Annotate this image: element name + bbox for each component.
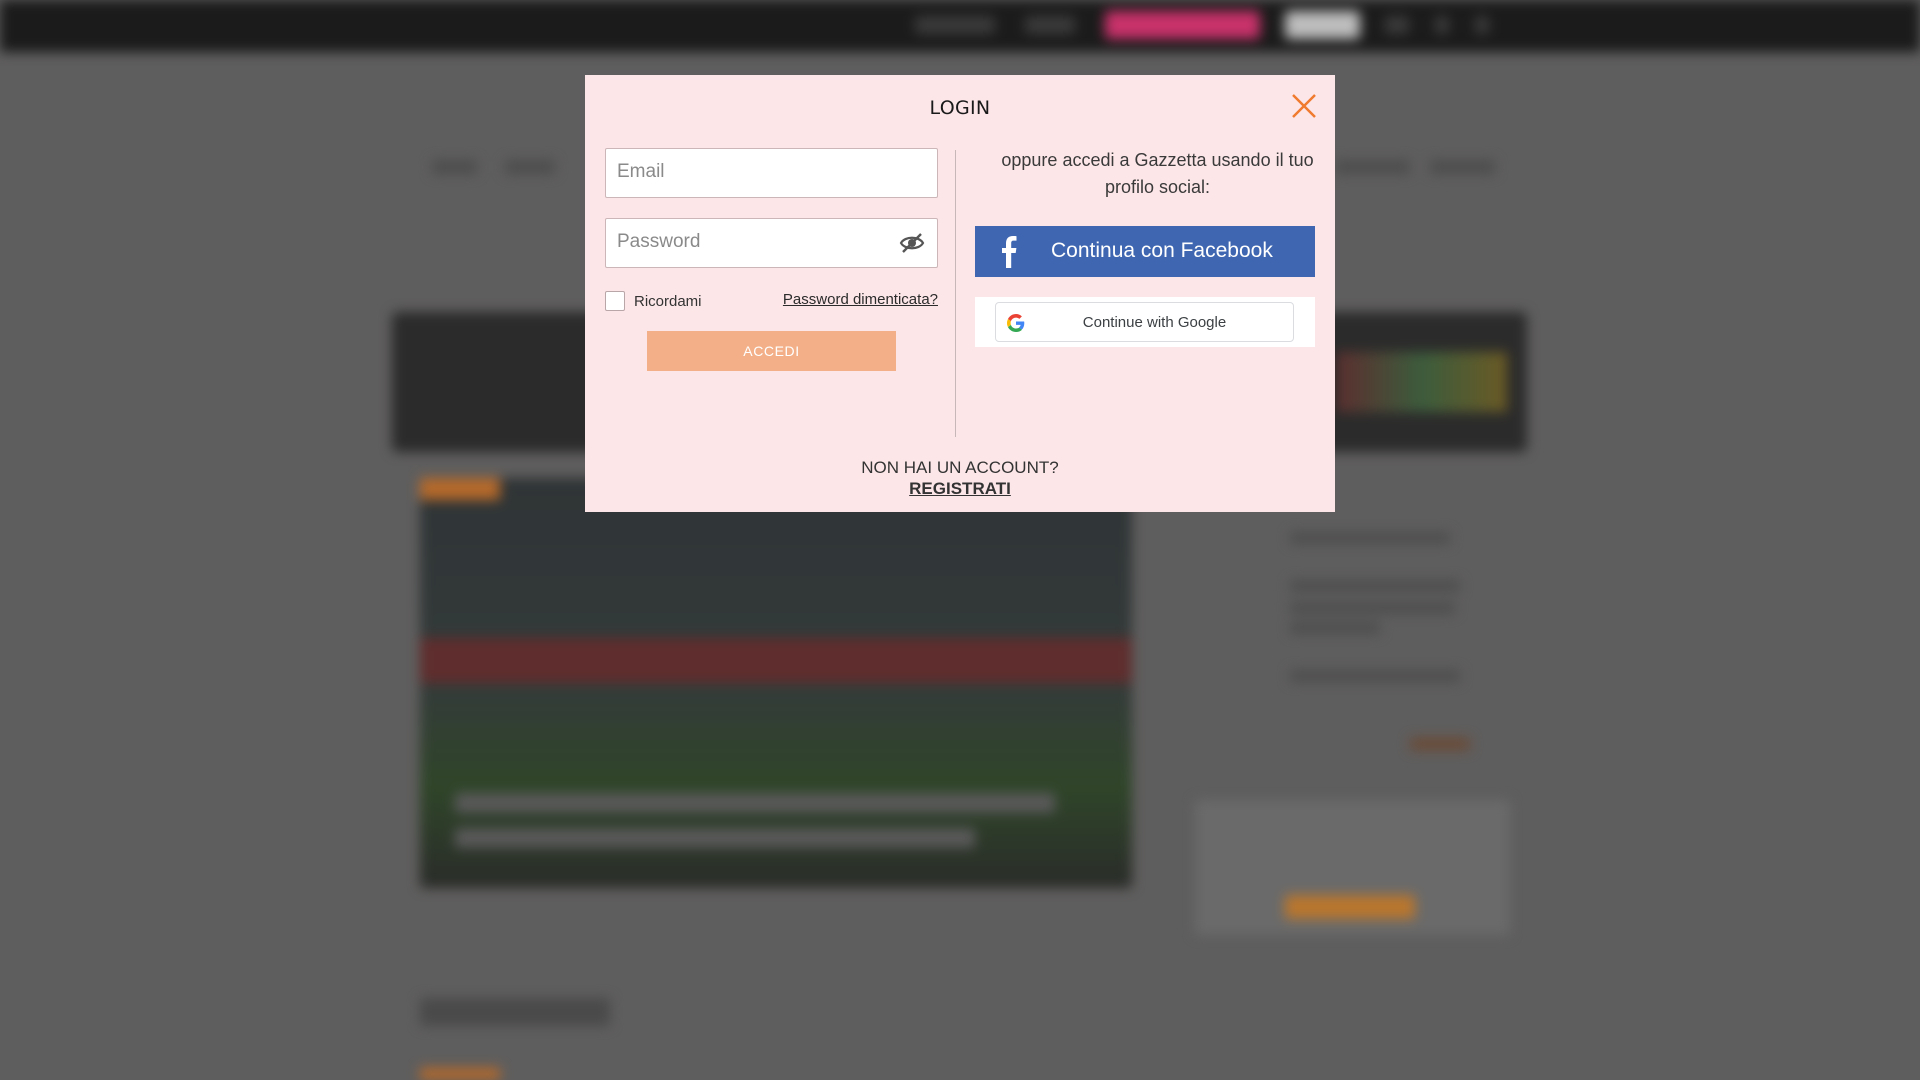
email-input[interactable] [606,149,877,195]
no-account-text: NON HAI UN ACCOUNT? [861,458,1059,477]
password-field[interactable] [605,218,938,268]
facebook-login-button[interactable]: Continua con Facebook [975,226,1315,277]
nav-item [1430,160,1495,174]
facebook-label: Continua con Facebook [1051,239,1273,262]
side-headline [1290,622,1380,634]
side-headline [1290,580,1460,592]
side-headline [1290,532,1450,544]
search-icon [1435,16,1449,34]
social-login-text: oppure accedi a Gazzetta usando il tuo p… [1001,150,1314,197]
nav-item [432,160,477,174]
top-bar-subscribe-button [1105,11,1260,39]
google-login-button[interactable]: Continue with Google [995,302,1294,342]
side-promo [1195,800,1510,935]
login-button[interactable]: ACCEDI [647,331,896,371]
remember-me: Ricordami [605,289,702,313]
section-title [420,998,610,1026]
google-label: Continue with Google [1082,314,1227,331]
top-bar-link [915,16,995,34]
close-button[interactable] [1290,92,1318,120]
side-link [1410,738,1470,750]
login-modal: LOGIN Ricordami Password dimenticata? AC… [585,75,1335,512]
menu-icon [1475,16,1489,34]
remember-checkbox[interactable] [605,291,625,311]
password-input[interactable] [606,219,877,265]
divider [955,150,956,437]
modal-title: LOGIN [929,97,991,119]
eye-off-icon[interactable] [899,232,925,254]
user-icon [1385,16,1409,34]
remember-label: Ricordami [634,292,702,310]
hero-tag [420,478,500,500]
top-bar-login-button [1285,11,1360,39]
top-bar-link [1025,16,1075,34]
register-link-wrapper: REGISTRATI [585,479,1335,499]
top-bar [0,0,1920,52]
email-field[interactable] [605,148,938,198]
register-link[interactable]: REGISTRATI [909,479,1011,498]
forgot-password-link[interactable]: Password dimenticata? [782,291,938,308]
hero-image [420,478,1132,888]
nav-item [505,160,555,174]
side-headline [1290,602,1455,614]
google-login-container: Continue with Google [975,297,1315,347]
side-headline [1290,670,1460,682]
nav-item [1335,160,1410,174]
section-tag [420,1068,500,1080]
facebook-icon [1002,236,1017,268]
close-icon [1292,94,1316,118]
